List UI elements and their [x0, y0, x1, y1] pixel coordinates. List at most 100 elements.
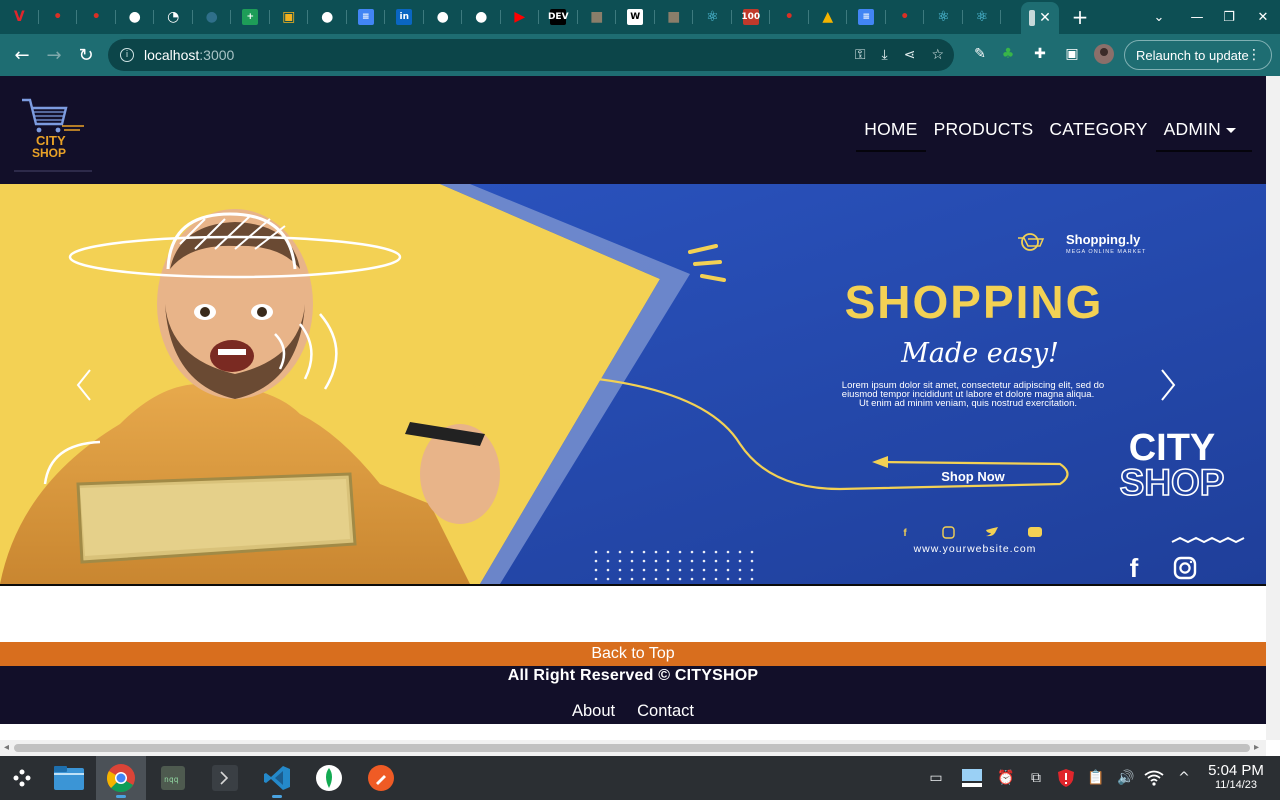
footer-contact-link[interactable]: Contact — [637, 702, 694, 721]
browser-tab[interactable]: ■ — [655, 0, 694, 34]
browser-tab[interactable]: ⚛ — [924, 0, 963, 34]
main-nav: HOME PRODUCTS CATEGORY ADMIN — [856, 118, 1253, 152]
profile-avatar[interactable] — [1094, 44, 1114, 64]
browser-tab[interactable]: ● — [193, 0, 232, 34]
terminal-icon[interactable] — [200, 756, 250, 800]
scroll-right-icon[interactable]: ▸ — [1254, 742, 1259, 753]
clipboard-icon[interactable]: 📋 — [1086, 768, 1106, 788]
hundred-days-icon: 100 — [741, 9, 760, 25]
relaunch-to-update-button[interactable]: Relaunch to update ⋮ — [1124, 40, 1272, 70]
clipboard-sync-icon[interactable]: ⧉ — [1026, 768, 1046, 788]
minimize-button[interactable]: — — [1180, 0, 1214, 34]
dev-icon: DEV — [548, 9, 569, 25]
new-tab-button[interactable]: + — [1068, 5, 1092, 29]
install-app-icon[interactable]: ⤓ — [882, 47, 888, 63]
system-clock[interactable]: 5:04 PM 11/14/23 — [1196, 762, 1276, 791]
site-info-icon[interactable]: i — [120, 48, 134, 62]
browser-tab[interactable]: ≡ — [347, 0, 386, 34]
address-bar[interactable]: i localhost:3000 ⚿ ⤓ ⋖ ☆ — [108, 39, 954, 71]
nav-products[interactable]: PRODUCTS — [926, 118, 1042, 152]
app-launcher-icon[interactable] — [0, 756, 44, 800]
city-shop-logo[interactable]: CITY SHOP — [14, 94, 92, 172]
clock-date: 11/14/23 — [1214, 779, 1257, 791]
close-window-button[interactable]: ✕ — [1246, 0, 1280, 34]
banner-headline: SHOPPING — [845, 276, 1104, 328]
browser-tab[interactable]: • — [886, 0, 925, 34]
page-viewport: CITY SHOP HOME PRODUCTS CATEGORY ADMIN S… — [0, 76, 1266, 724]
back-arrow-icon[interactable]: ← — [8, 41, 36, 69]
browser-tab[interactable]: ■ — [578, 0, 617, 34]
nav-category[interactable]: CATEGORY — [1041, 118, 1155, 152]
chrome-taskbar-icon[interactable] — [96, 756, 146, 800]
mongodb-compass-icon[interactable] — [304, 756, 354, 800]
browser-tab[interactable]: • — [39, 0, 78, 34]
github-icon: ● — [475, 9, 488, 25]
reload-icon[interactable]: ↻ — [72, 41, 100, 69]
extension-pen-icon[interactable]: ✎ — [970, 44, 990, 64]
vscode-icon[interactable] — [252, 756, 302, 800]
browser-tab[interactable]: ● — [116, 0, 155, 34]
vertical-scrollbar[interactable] — [1266, 76, 1280, 740]
url-text[interactable]: localhost:3000 — [144, 47, 234, 63]
banner-body-line-3: Ut enim ad minim veniam, quis nostrud ex… — [859, 398, 1077, 409]
browser-tab[interactable]: ● — [424, 0, 463, 34]
browser-tab[interactable]: ▶ — [501, 0, 540, 34]
kebab-menu-icon[interactable]: ⋮ — [1247, 47, 1261, 63]
chevron-up-icon[interactable]: ^ — [1174, 768, 1194, 788]
share-icon[interactable]: ⋖ — [904, 47, 916, 63]
browser-tab[interactable]: ▣ — [270, 0, 309, 34]
extensions-puzzle-icon[interactable]: ✚ — [1030, 44, 1050, 64]
browser-tab[interactable]: DEV — [539, 0, 578, 34]
facebook-icon[interactable]: f — [1130, 553, 1139, 583]
notes-app-icon[interactable]: nqq — [148, 756, 198, 800]
file-manager-icon[interactable] — [44, 756, 94, 800]
horizontal-scrollbar[interactable]: ◂ ▸ — [0, 740, 1266, 756]
maps-pin-icon: • — [784, 9, 794, 25]
running-indicator — [272, 795, 282, 798]
shield-icon[interactable] — [1056, 768, 1076, 788]
browser-tab[interactable]: W — [616, 0, 655, 34]
browser-tab[interactable]: • — [770, 0, 809, 34]
forward-arrow-icon[interactable]: → — [40, 41, 68, 69]
postman-icon[interactable] — [356, 756, 406, 800]
banner-website-text: www.yourwebsite.com — [913, 543, 1037, 555]
browser-tab[interactable]: ⚛ — [963, 0, 1002, 34]
banner-brand-tagline: MEGA ONLINE MARKET — [1066, 249, 1146, 255]
restore-button[interactable]: ❐ — [1212, 0, 1246, 34]
footer-about-link[interactable]: About — [572, 702, 615, 721]
tab-search-chevron-down-icon[interactable]: ⌄ — [1142, 0, 1176, 34]
browser-tab[interactable]: + — [231, 0, 270, 34]
bookmark-star-icon[interactable]: ☆ — [931, 47, 944, 63]
browser-tab[interactable]: V — [0, 0, 39, 34]
browser-tab[interactable]: • — [77, 0, 116, 34]
password-key-icon[interactable]: ⚿ — [855, 47, 866, 63]
window-switcher-icon[interactable] — [960, 768, 984, 788]
browser-tab[interactable]: ◔ — [154, 0, 193, 34]
volume-icon[interactable]: 🔊 — [1116, 768, 1136, 788]
google-sheets-icon: + — [242, 9, 259, 25]
browser-tab[interactable]: ▲ — [809, 0, 848, 34]
wifi-icon[interactable] — [1144, 768, 1164, 788]
svg-text:nqq: nqq — [164, 775, 179, 784]
nav-admin-dropdown[interactable]: ADMIN — [1155, 118, 1253, 152]
back-to-top-button[interactable]: Back to Top — [0, 642, 1266, 666]
browser-tab[interactable]: 100 — [732, 0, 771, 34]
running-indicator — [116, 795, 126, 798]
maps-pin-icon: • — [53, 9, 63, 25]
browser-tab[interactable]: ● — [462, 0, 501, 34]
browser-tab[interactable]: in — [385, 0, 424, 34]
browser-tab[interactable]: ≡ — [847, 0, 886, 34]
banner-shop-outline-text: SHOP — [1120, 462, 1225, 503]
alarm-icon[interactable]: ⏰ — [996, 768, 1016, 788]
active-tab[interactable]: ✕ — [1021, 2, 1059, 34]
side-panel-icon[interactable]: ▣ — [1062, 44, 1082, 64]
extension-tree-icon[interactable]: ♣ — [998, 44, 1018, 64]
scroll-left-icon[interactable]: ◂ — [4, 742, 9, 753]
tab-close-icon[interactable]: ✕ — [1039, 10, 1051, 26]
browser-tab[interactable]: ● — [308, 0, 347, 34]
nav-home[interactable]: HOME — [856, 118, 926, 152]
show-desktop-icon[interactable]: ▭ — [926, 768, 946, 788]
browser-tab[interactable]: ⚛ — [693, 0, 732, 34]
scrollbar-thumb[interactable] — [14, 744, 1250, 752]
google-docs-icon: ≡ — [858, 9, 875, 25]
